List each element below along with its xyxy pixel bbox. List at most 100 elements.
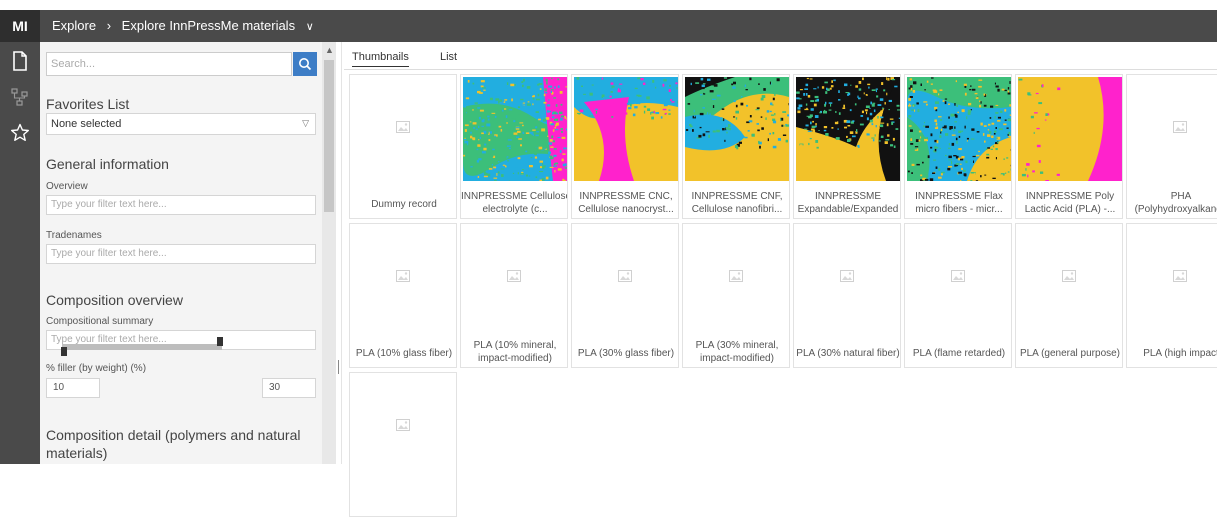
app-logo[interactable]: MI — [0, 10, 40, 42]
record-caption-line2: PLA (30% natural fiber) — [794, 348, 901, 360]
record-tile[interactable]: PLA (30% natural fiber) — [793, 223, 901, 368]
image-placeholder-icon — [507, 270, 521, 282]
slider-min-handle[interactable] — [61, 347, 67, 356]
record-caption-line2: PLA (flame retarded) — [905, 348, 1012, 360]
record-caption-line1: INNPRESSME CNF, — [683, 191, 790, 203]
image-placeholder-icon — [1173, 121, 1187, 133]
star-icon[interactable] — [9, 122, 31, 144]
record-caption-line2: Cellulose nanocryst... — [572, 204, 679, 216]
favorites-select[interactable]: None selected ▽ — [46, 113, 316, 135]
image-placeholder-icon — [951, 270, 965, 282]
record-caption-line1: PLA (10% mineral, — [461, 340, 568, 352]
image-placeholder-icon — [840, 270, 854, 282]
record-caption-line2: Dummy record — [350, 199, 457, 211]
general-information-title: General information — [46, 156, 169, 172]
tab-thumbnails[interactable]: Thumbnails — [352, 51, 409, 67]
record-tile[interactable] — [349, 372, 457, 517]
record-tile[interactable]: INNPRESSME PolyLactic Acid (PLA) -... — [1015, 74, 1123, 219]
record-caption-line2: Cellulose nanofibri... — [683, 204, 790, 216]
filler-max-input[interactable]: 30 — [262, 378, 316, 398]
favorites-title: Favorites List — [46, 96, 129, 112]
record-tile[interactable]: PLA (30% glass fiber) — [571, 223, 679, 368]
scroll-up-icon[interactable]: ▲ — [325, 45, 334, 55]
record-caption-line1: PHA — [1127, 191, 1217, 203]
chevron-down-icon[interactable]: ∨ — [306, 11, 314, 43]
record-tile[interactable]: PLA (general purpose) — [1015, 223, 1123, 368]
record-thumbnail-image — [1018, 77, 1122, 181]
record-caption-line2: impact-modified) — [461, 353, 568, 365]
record-caption-line2: PLA (high impact — [1127, 348, 1217, 360]
record-tile[interactable]: INNPRESSMEExpandable/Expanded — [793, 74, 901, 219]
record-tile[interactable]: INNPRESSME Flaxmicro fibers - micr... — [904, 74, 1012, 219]
chevron-down-icon: ▽ — [302, 118, 309, 129]
record-tile[interactable]: PLA (flame retarded) — [904, 223, 1012, 368]
record-tile[interactable]: INNPRESSME Celluloseelectrolyte (c... — [460, 74, 568, 219]
overview-label: Overview — [46, 181, 88, 192]
breadcrumb-item-current[interactable]: Explore InnPressMe materials — [122, 10, 295, 42]
record-caption-line1: PLA (30% mineral, — [683, 340, 790, 352]
image-placeholder-icon — [1173, 270, 1187, 282]
record-caption-line2: Lactic Acid (PLA) -... — [1016, 204, 1123, 216]
filter-panel: Search... Favorites List None selected ▽… — [40, 42, 322, 464]
resize-grip[interactable] — [338, 360, 339, 374]
composition-detail-title-line1: Composition detail (polymers and natural — [46, 426, 300, 444]
tradenames-filter-input[interactable]: Type your filter text here... — [46, 244, 316, 264]
view-tabs: Thumbnails List — [344, 48, 1217, 70]
image-placeholder-icon — [396, 270, 410, 282]
image-placeholder-icon — [396, 121, 410, 133]
record-caption-line2: impact-modified) — [683, 353, 790, 365]
record-caption-line1: INNPRESSME Poly — [1016, 191, 1123, 203]
record-caption-line2: Expandable/Expanded — [794, 204, 901, 216]
record-tile[interactable]: Dummy record — [349, 74, 457, 219]
top-bar: MI Explore › Explore InnPressMe material… — [0, 10, 1217, 42]
filler-label: % filler (by weight) (%) — [46, 363, 146, 374]
breadcrumb-item-explore[interactable]: Explore — [52, 10, 96, 42]
record-thumbnail-image — [463, 77, 567, 181]
record-tile[interactable]: INNPRESSME CNF,Cellulose nanofibri... — [682, 74, 790, 219]
record-thumbnail-image — [907, 77, 1011, 181]
record-caption-line2: PLA (general purpose) — [1016, 348, 1123, 360]
filler-min-input[interactable]: 10 — [46, 378, 100, 398]
image-placeholder-icon — [1062, 270, 1076, 282]
chevron-right-icon: › — [107, 10, 111, 42]
record-caption-line1: INNPRESSME CNC, — [572, 191, 679, 203]
record-thumbnail-image — [574, 77, 678, 181]
hierarchy-icon[interactable] — [9, 86, 31, 108]
record-tile[interactable]: PLA (10% mineral,impact-modified) — [460, 223, 568, 368]
composition-detail-title: Composition detail (polymers and natural… — [46, 426, 300, 462]
record-tile[interactable]: INNPRESSME CNC,Cellulose nanocryst... — [571, 74, 679, 219]
record-caption-line2: micro fibers - micr... — [905, 204, 1012, 216]
search-button[interactable] — [293, 52, 317, 76]
favorites-selected-value: None selected — [51, 118, 121, 130]
document-icon[interactable] — [9, 50, 31, 72]
record-caption-line2: PLA (30% glass fiber) — [572, 348, 679, 360]
record-caption-line1: INNPRESSME — [794, 191, 901, 203]
breadcrumb: Explore › Explore InnPressMe materials ∨ — [52, 10, 314, 42]
slider-max-handle[interactable] — [217, 337, 223, 346]
record-tile[interactable]: PLA (10% glass fiber) — [349, 223, 457, 368]
record-thumbnail-image — [685, 77, 789, 181]
icon-rail — [0, 42, 40, 464]
slider-range-fill — [62, 344, 222, 350]
record-caption-line2: (Polyhydroxyalkanoa — [1127, 204, 1217, 216]
record-caption-line2: electrolyte (c... — [461, 204, 568, 216]
record-tile[interactable]: PLA (30% mineral,impact-modified) — [682, 223, 790, 368]
image-placeholder-icon — [729, 270, 743, 282]
scroll-thumb[interactable] — [324, 60, 334, 212]
overview-filter-input[interactable]: Type your filter text here... — [46, 195, 316, 215]
compositional-summary-label: Compositional summary — [46, 316, 153, 327]
record-caption-line1: INNPRESSME Flax — [905, 191, 1012, 203]
record-tile[interactable]: PHA(Polyhydroxyalkanoa — [1126, 74, 1217, 219]
record-tile[interactable]: PLA (high impact — [1126, 223, 1217, 368]
search-input[interactable]: Search... — [46, 52, 292, 76]
record-thumbnail-image — [796, 77, 900, 181]
record-caption-line1: INNPRESSME Cellulose — [461, 191, 568, 203]
filler-range-slider[interactable] — [62, 344, 222, 350]
composition-overview-title: Composition overview — [46, 292, 183, 308]
search-icon — [293, 52, 317, 76]
panel-resize-divider[interactable] — [336, 42, 342, 464]
tradenames-label: Tradenames — [46, 230, 102, 241]
image-placeholder-icon — [618, 270, 632, 282]
panel-scrollbar[interactable]: ▲ — [322, 42, 336, 464]
tab-list[interactable]: List — [440, 51, 457, 63]
